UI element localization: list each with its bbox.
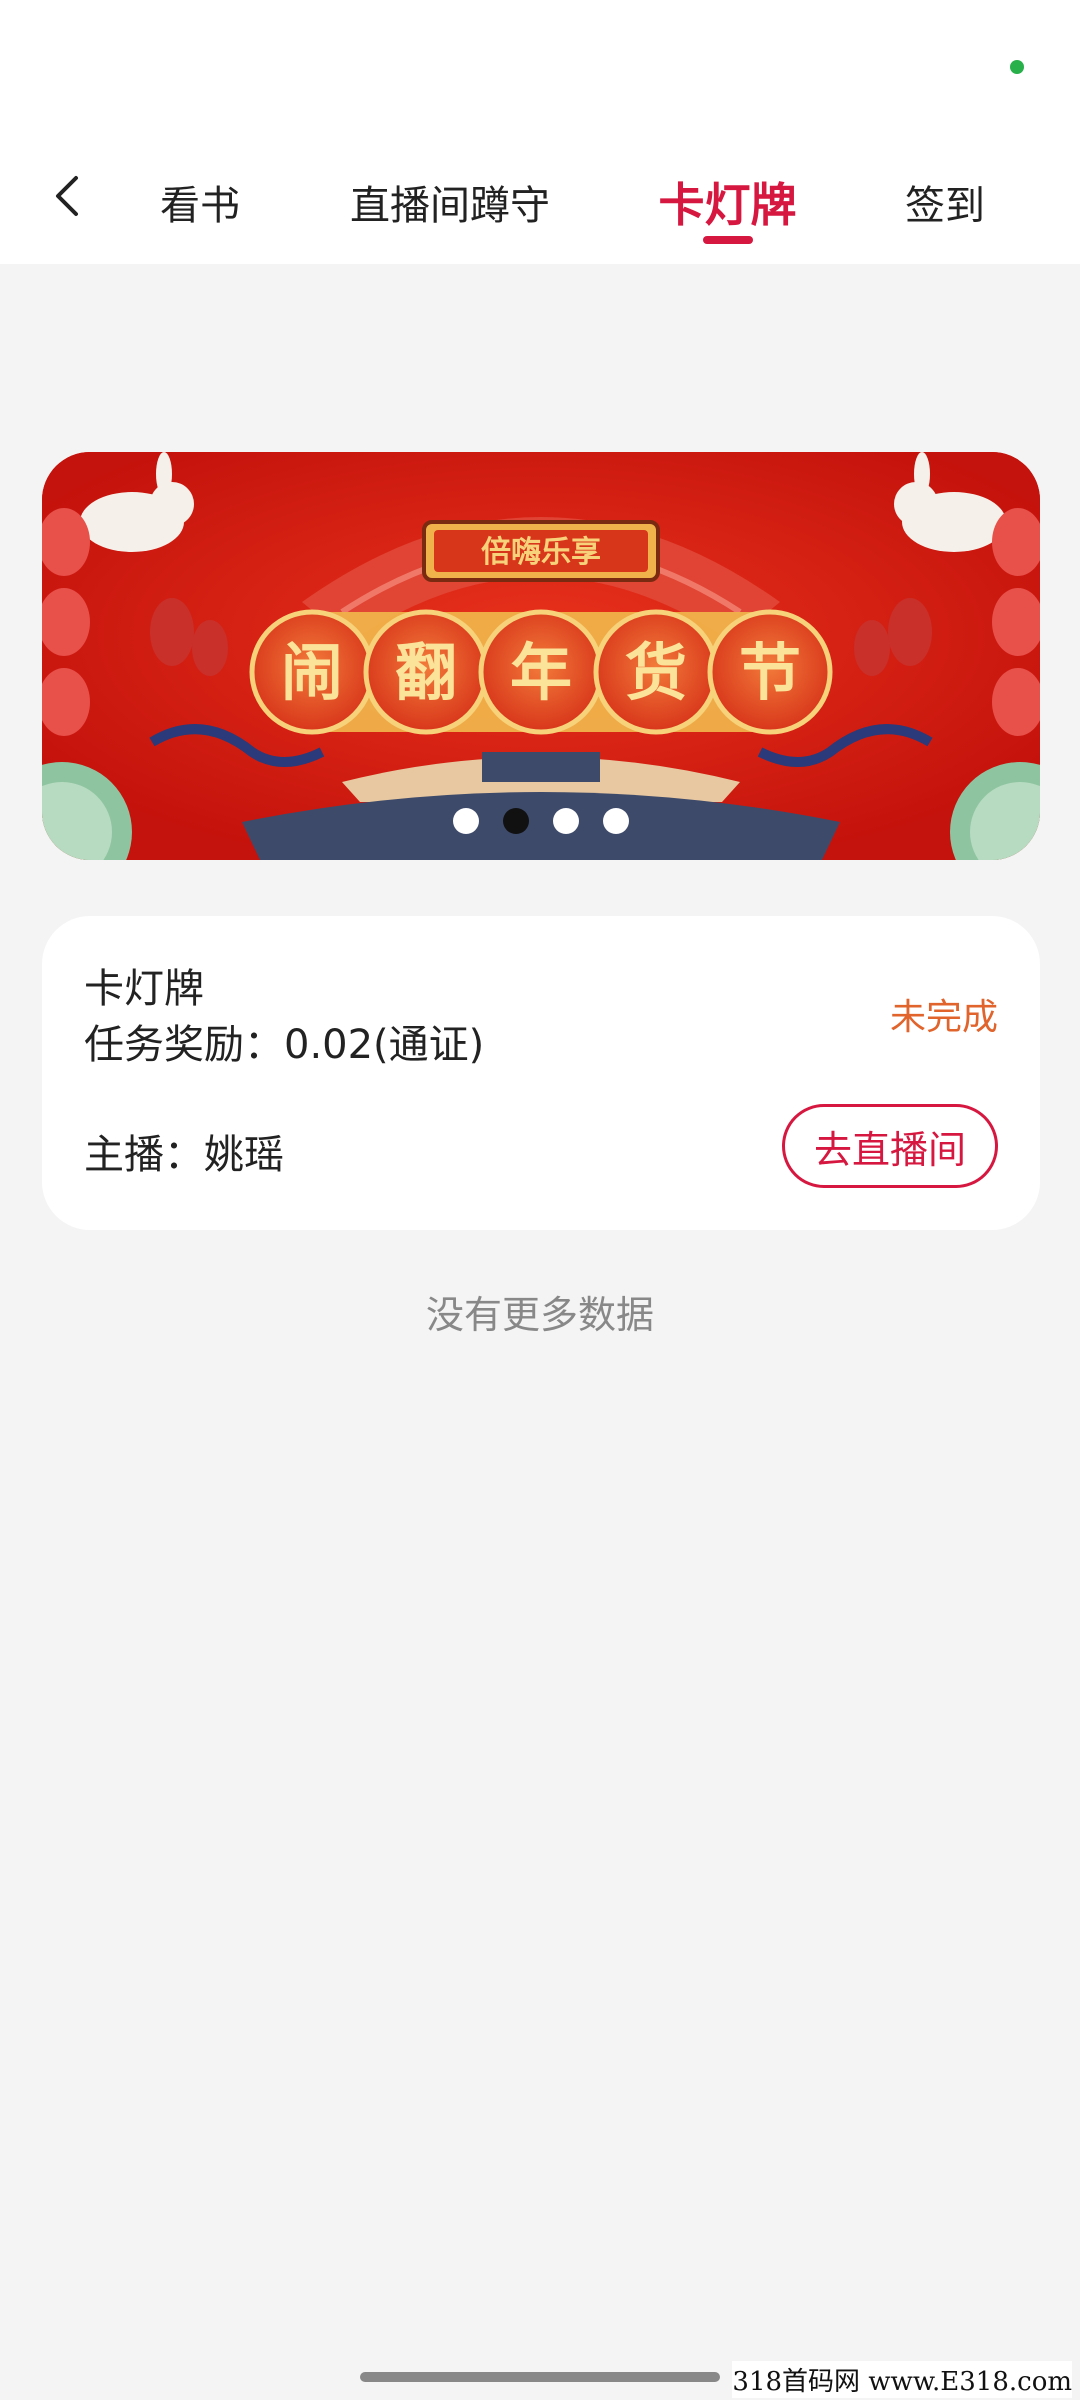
task-reward: 任务奖励：0.02(通证) — [84, 1022, 485, 1068]
banner-title-char: 节 — [739, 636, 801, 709]
chevron-left-icon — [56, 176, 78, 216]
tab-label: 签到 — [905, 183, 985, 229]
tab-check-in[interactable]: 签到 — [895, 140, 995, 264]
carousel-dot[interactable] — [553, 808, 579, 834]
banner-title-char: 年 — [510, 636, 572, 709]
tab-read-books[interactable]: 看书 — [150, 140, 250, 264]
go-live-room-button[interactable]: 去直播间 — [782, 1104, 998, 1188]
task-title: 卡灯牌 — [84, 966, 204, 1012]
back-button[interactable] — [40, 168, 96, 224]
status-indicator-dot — [1010, 60, 1024, 74]
tab-label: 直播间蹲守 — [350, 183, 550, 229]
plaque-decoration: 倍嗨乐享 — [422, 520, 660, 582]
active-tab-indicator — [702, 236, 753, 244]
tab-label: 卡灯牌 — [658, 178, 797, 232]
tab-light-badge[interactable]: 卡灯牌 — [650, 140, 805, 264]
banner-artwork: 倍嗨乐享 闹 翻 年 货 节 — [42, 452, 1040, 860]
banner-title-char: 闹 — [281, 636, 343, 709]
promo-banner-carousel[interactable]: 倍嗨乐享 闹 翻 年 货 节 — [42, 452, 1040, 860]
tab-live-room-wait[interactable]: 直播间蹲守 — [340, 140, 560, 264]
top-tab-bar: 看书 直播间蹲守 卡灯牌 签到 — [0, 140, 1080, 264]
tab-label: 看书 — [160, 183, 240, 229]
task-status-badge: 未完成 — [889, 997, 998, 1038]
carousel-dot[interactable] — [453, 808, 479, 834]
home-indicator-bar[interactable] — [360, 2372, 720, 2382]
banner-title-char: 货 — [625, 636, 687, 709]
status-bar — [0, 0, 1080, 140]
banner-title-group: 闹 翻 年 货 节 — [249, 609, 833, 735]
carousel-dot-active[interactable] — [503, 808, 529, 834]
banner-plaque-text: 倍嗨乐享 — [481, 535, 601, 570]
banner-title-char: 翻 — [395, 636, 457, 709]
no-more-data-text: 没有更多数据 — [425, 1293, 654, 1337]
task-anchor-name: 主播：姚瑶 — [84, 1132, 284, 1178]
carousel-dot[interactable] — [603, 808, 629, 834]
task-card: 卡灯牌 任务奖励：0.02(通证) 未完成 主播：姚瑶 去直播间 — [42, 916, 1040, 1230]
watermark-text: 318首码网 www.E318.com — [732, 2361, 1072, 2398]
carousel-indicator — [42, 808, 1040, 834]
